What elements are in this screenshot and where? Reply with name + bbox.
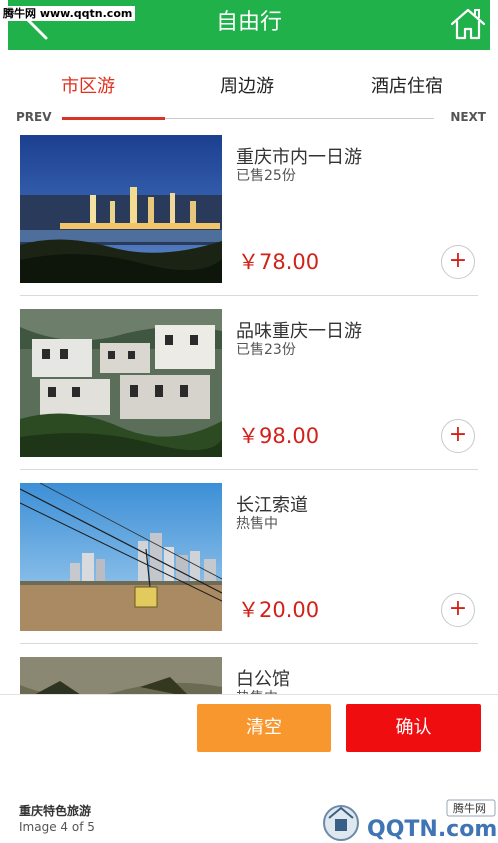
tab-nearby-tour[interactable]: 周边游 (167, 75, 327, 99)
product-name: 重庆市内一日游 (236, 147, 362, 168)
watermark-text: 腾牛网 www.qqtn.com (0, 6, 136, 21)
product-sales: 已售23份 (236, 342, 296, 358)
confirm-button[interactable]: 确认 (346, 704, 481, 752)
logo-text: QQTN.com (367, 817, 497, 842)
product-name: 品味重庆一日游 (236, 321, 362, 342)
product-price: ￥98.00 (238, 424, 320, 448)
product-image (20, 483, 222, 631)
divider (20, 469, 478, 470)
tab-bar: 市区游 周边游 酒店住宿 (8, 50, 490, 108)
product-price: ￥78.00 (238, 250, 320, 274)
bottom-action-bar: 清空 确认 (0, 694, 498, 756)
product-image (20, 135, 222, 283)
gallery-title: 重庆特色旅游 (19, 804, 92, 818)
product-image (20, 657, 222, 698)
tab-pager: PREV NEXT (8, 108, 490, 128)
add-button[interactable]: + (441, 593, 475, 627)
clear-button[interactable]: 清空 (197, 704, 331, 752)
product-sales: 热售中 (236, 516, 278, 532)
product-image (20, 309, 222, 457)
list-item[interactable]: 长江索道 热售中 ￥20.00 + (8, 478, 490, 652)
product-list: 重庆市内一日游 已售25份 ￥78.00 + 品味重庆一日游 已售23份 ￥98… (8, 130, 490, 698)
tab-city-tour[interactable]: 市区游 (8, 75, 168, 99)
product-name: 白公馆 (236, 669, 290, 690)
home-icon (450, 8, 486, 40)
product-name: 长江索道 (236, 495, 308, 516)
app-frame: 自由行 市区游 周边游 酒店住宿 PREV NEXT 重庆市内一日游 已售25份… (8, 0, 490, 698)
list-item[interactable]: 品味重庆一日游 已售23份 ￥98.00 + (8, 304, 490, 478)
product-price: ￥20.00 (238, 598, 320, 622)
logo-badge: 腾牛网 (453, 801, 486, 815)
tab-hotel[interactable]: 酒店住宿 (327, 75, 487, 99)
list-item[interactable]: 白公馆 热售中 (8, 652, 490, 698)
active-tab-indicator (62, 117, 165, 120)
divider (20, 643, 478, 644)
list-item[interactable]: 重庆市内一日游 已售25份 ￥78.00 + (8, 130, 490, 304)
divider (20, 295, 478, 296)
site-logo: QQTN.com 腾牛网 (319, 798, 498, 843)
gallery-count: Image 4 of 5 (19, 820, 95, 834)
next-button[interactable]: NEXT (450, 109, 486, 125)
add-button[interactable]: + (441, 245, 475, 279)
add-button[interactable]: + (441, 419, 475, 453)
prev-button[interactable]: PREV (16, 109, 52, 125)
home-button[interactable] (448, 4, 488, 44)
gallery-caption: 重庆特色旅游 Image 4 of 5 (19, 803, 95, 835)
product-sales: 已售25份 (236, 168, 296, 184)
